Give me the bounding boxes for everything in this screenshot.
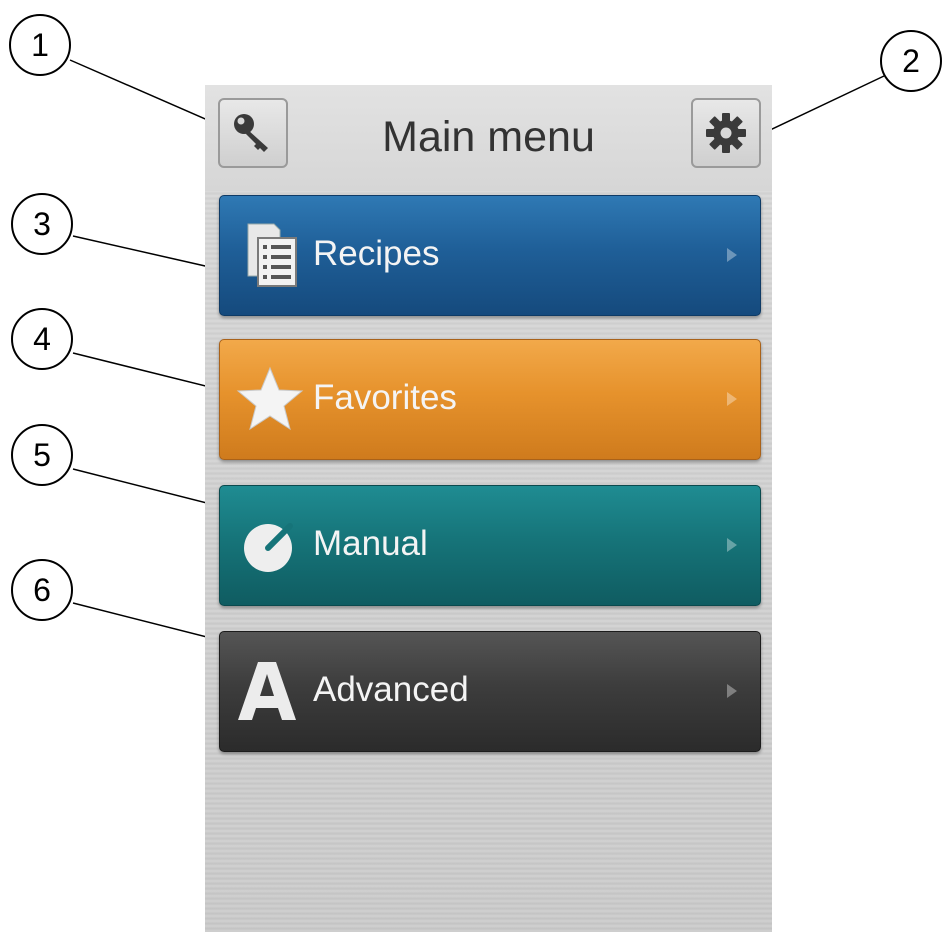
callout-2: 2 [880,30,942,92]
chevron-right-icon [727,248,737,262]
callout-1: 1 [9,14,71,76]
page-title: Main menu [382,113,595,161]
key-button[interactable] [218,98,288,168]
callout-3: 3 [11,193,73,255]
advanced-button[interactable]: Advanced [219,631,761,752]
phone-screen: Main menu Recipes Favorites Manual Advan… [205,85,772,932]
chevron-right-icon [727,684,737,698]
callout-4: 4 [11,308,73,370]
letter-a-icon [238,662,296,720]
menu-label-manual: Manual [313,524,428,563]
menu-label-recipes: Recipes [313,234,440,273]
menu-label-favorites: Favorites [313,378,457,417]
menu-label-advanced: Advanced [313,670,469,709]
chevron-right-icon [727,538,737,552]
chevron-right-icon [727,392,737,406]
gear-icon [706,113,746,153]
recipe-list-icon [247,223,297,287]
manual-button[interactable]: Manual [219,485,761,606]
figure: Main menu Recipes Favorites Manual Advan… [0,0,943,932]
recipes-button[interactable]: Recipes [219,195,761,316]
key-icon [234,114,268,152]
favorites-button[interactable]: Favorites [219,339,761,460]
callout-5: 5 [11,424,73,486]
star-icon [236,366,304,431]
app-header: Main menu [205,85,772,191]
callout-6: 6 [11,559,73,621]
dial-icon [244,523,293,572]
settings-button[interactable] [691,98,761,168]
